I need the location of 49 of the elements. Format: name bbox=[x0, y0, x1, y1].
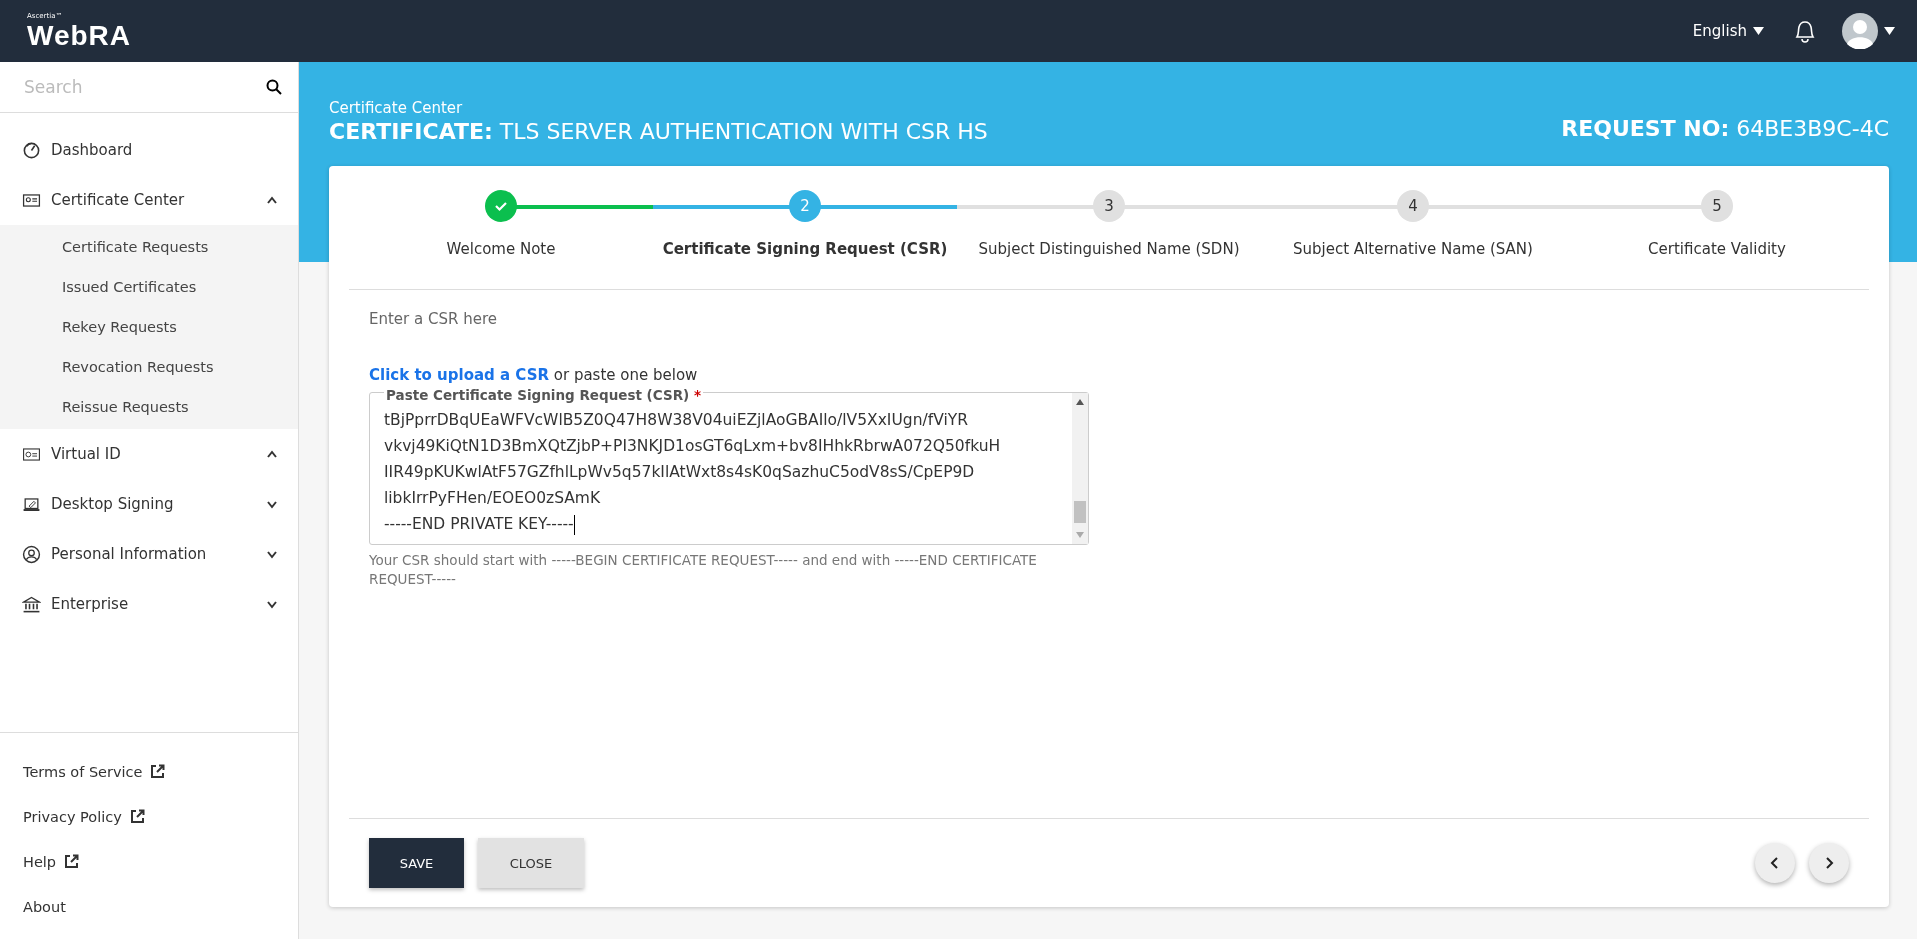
sidebar-subitem[interactable]: Reissue Requests bbox=[0, 387, 298, 427]
step-label: Certificate Signing Request (CSR) bbox=[662, 240, 948, 258]
step-indicator[interactable]: 4 bbox=[1397, 190, 1429, 222]
footer-link[interactable]: About bbox=[23, 898, 66, 915]
language-dropdown[interactable]: English bbox=[1692, 22, 1764, 40]
step-indicator[interactable] bbox=[485, 190, 517, 222]
page-title: CERTIFICATE: TLS SERVER AUTHENTICATION WITH CSR HS bbox=[329, 119, 988, 144]
step-label: Subject Alternative Name (SAN) bbox=[1293, 240, 1533, 258]
gauge-icon bbox=[22, 140, 41, 160]
step-label: Certificate Validity bbox=[1648, 240, 1786, 258]
hint-text: Your CSR should start with -----BEGIN CERTIFICATE REQUEST----- and end with -----END CERTIFICATE REQUEST----- bbox=[369, 551, 1038, 589]
next-button[interactable] bbox=[1809, 843, 1849, 883]
footer-link[interactable]: Help bbox=[23, 853, 57, 870]
upload-text: or paste one below bbox=[553, 366, 698, 384]
step-indicator[interactable]: 3 bbox=[1093, 190, 1125, 222]
scrollbar[interactable] bbox=[1072, 393, 1088, 544]
bank-icon bbox=[22, 594, 41, 614]
sidebar-subitem[interactable]: Revocation Requests bbox=[0, 347, 298, 387]
logo[interactable]: WebRA bbox=[27, 21, 132, 50]
close-button[interactable]: CLOSE bbox=[478, 838, 584, 888]
caret-icon bbox=[1753, 27, 1764, 35]
sidebar-item[interactable]: Dashboard bbox=[0, 125, 298, 175]
previous-button[interactable] bbox=[1755, 843, 1795, 883]
scroll-thumb[interactable] bbox=[1074, 501, 1086, 523]
caret-icon bbox=[1884, 27, 1895, 35]
sidebar-subitem[interactable]: Certificate Requests bbox=[0, 227, 298, 267]
save-button[interactable]: SAVE bbox=[369, 838, 464, 888]
sidebar-subitem[interactable]: Rekey Requests bbox=[0, 307, 298, 347]
instruction-text: Enter a CSR here bbox=[369, 310, 498, 328]
sidebar-item[interactable]: Enterprise bbox=[0, 579, 298, 629]
search-icon[interactable] bbox=[266, 79, 282, 95]
arrow-down-icon[interactable] bbox=[1076, 532, 1084, 538]
step-label: Welcome Note bbox=[446, 240, 556, 258]
step-indicator[interactable]: 5 bbox=[1701, 190, 1733, 222]
sidebar-item[interactable]: Personal Information bbox=[0, 529, 298, 579]
user-circle-icon bbox=[22, 544, 41, 564]
user-menu[interactable] bbox=[1842, 13, 1895, 49]
sidebar-item[interactable]: Virtual ID bbox=[0, 429, 298, 479]
upload-link[interactable]: Click to upload a CSR bbox=[369, 366, 549, 384]
sidebar-item[interactable]: Desktop Signing bbox=[0, 479, 298, 529]
request-number: REQUEST NO: 64BE3B9C-4C bbox=[1561, 116, 1889, 141]
step-label: Subject Distinguished Name (SDN) bbox=[978, 240, 1240, 258]
footer-link[interactable]: Terms of Service bbox=[23, 763, 143, 780]
avatar-icon bbox=[1842, 13, 1878, 49]
sidebar-item[interactable]: Certificate Center bbox=[0, 175, 298, 225]
footer-link[interactable]: Privacy Policy bbox=[23, 808, 122, 825]
breadcrumb: Certificate Center bbox=[329, 99, 464, 117]
sidebar-subitem[interactable]: Issued Certificates bbox=[0, 267, 298, 307]
arrow-up-icon[interactable] bbox=[1076, 399, 1084, 405]
